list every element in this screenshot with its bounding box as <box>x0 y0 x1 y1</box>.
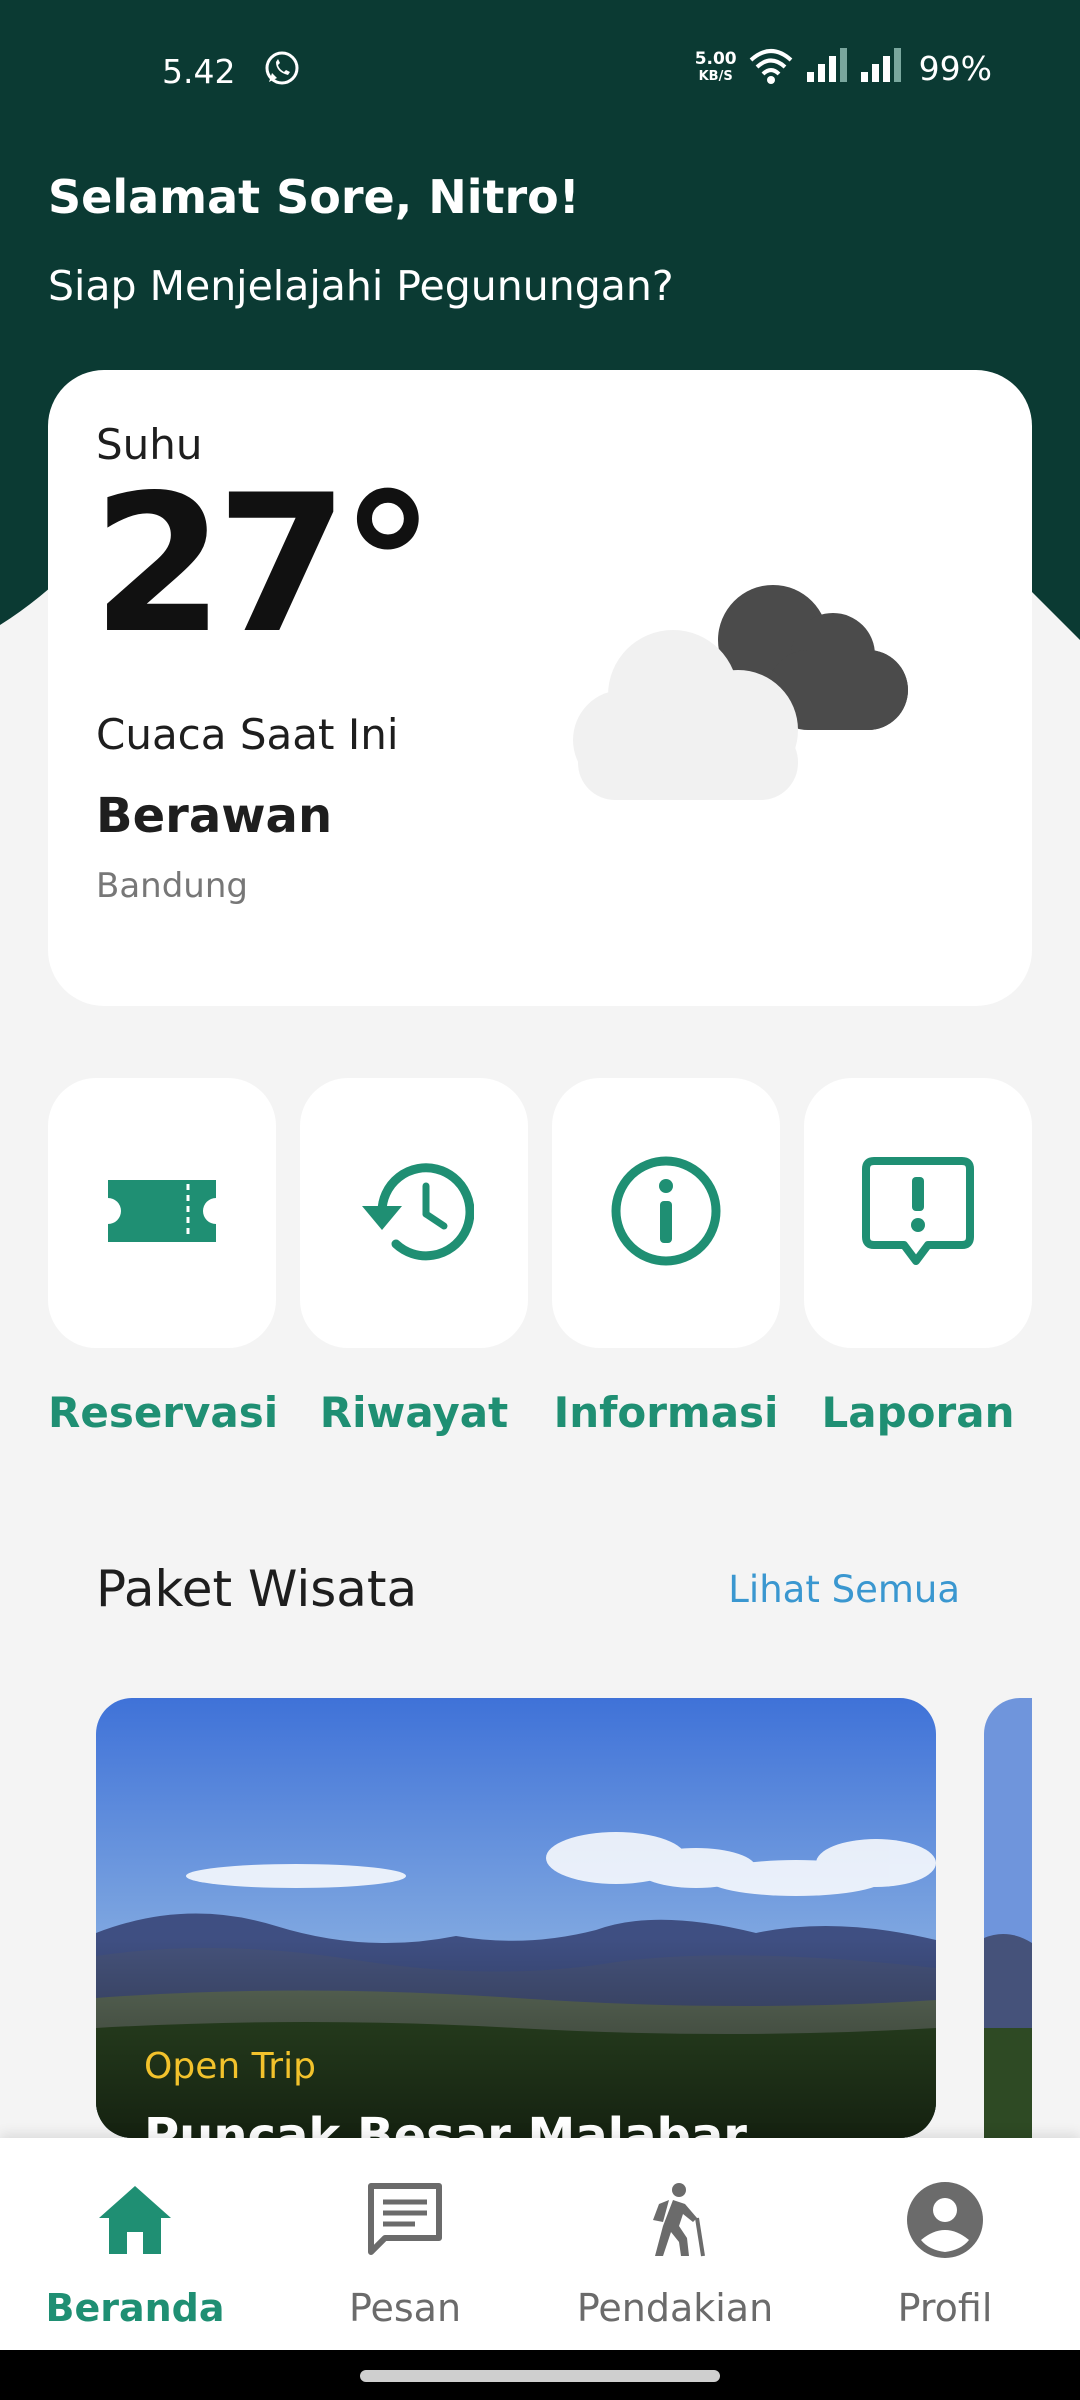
weather-card: Suhu 27° Cuaca Saat Ini Berawan Bandung <box>48 370 1032 1006</box>
signal-icon <box>805 48 849 88</box>
profile-icon <box>905 2180 985 2260</box>
condition-label: Cuaca Saat Ini <box>96 710 399 759</box>
trip-name: Puncak Besar Malabar <box>144 2108 747 2138</box>
whatsapp-icon <box>262 48 302 92</box>
speed-unit: KB/S <box>698 69 733 84</box>
nav-label: Profil <box>897 2286 993 2330</box>
trip-card[interactable]: Open Trip Puncak Besar Malabar <box>96 1698 936 2138</box>
quick-menu: Reservasi Riwayat Informasi Laporan <box>48 1078 1032 1438</box>
menu-reservasi[interactable]: Reservasi <box>48 1078 279 1437</box>
greeting-subtitle: Siap Menjelajahi Pegunungan? <box>48 262 674 310</box>
nav-label: Pendakian <box>576 2286 774 2330</box>
gesture-handle[interactable] <box>360 2370 720 2382</box>
nav-label: Pesan <box>348 2286 462 2330</box>
greeting-title: Selamat Sore, Nitro! <box>48 170 580 224</box>
city-name: Bandung <box>96 866 248 906</box>
report-icon <box>860 1153 976 1273</box>
signal-icon-2 <box>859 48 903 88</box>
menu-label: Informasi <box>553 1388 779 1437</box>
menu-label: Laporan <box>821 1388 1015 1437</box>
see-all-link[interactable]: Lihat Semua <box>728 1568 960 1611</box>
trip-card-next[interactable] <box>984 1698 1032 2138</box>
menu-riwayat-tile[interactable] <box>300 1078 528 1348</box>
status-bar: 5.42 5.00 KB/S 99% <box>0 40 1080 104</box>
menu-laporan-tile[interactable] <box>804 1078 1032 1348</box>
temperature-value: 27° <box>92 454 435 675</box>
info-icon <box>608 1153 724 1273</box>
menu-laporan[interactable]: Laporan <box>804 1078 1032 1437</box>
nav-label: Beranda <box>45 2286 225 2330</box>
speed-value: 5.00 <box>694 49 737 69</box>
packages-title: Paket Wisata <box>96 1560 418 1618</box>
menu-label: Riwayat <box>319 1388 509 1437</box>
nav-pendakian[interactable]: Pendakian <box>540 2138 810 2350</box>
menu-reservasi-tile[interactable] <box>48 1078 276 1348</box>
status-time: 5.42 <box>162 52 236 91</box>
trip-tag: Open Trip <box>144 2046 316 2087</box>
ticket-icon <box>102 1176 222 1250</box>
status-right: 5.00 KB/S 99% <box>695 46 992 90</box>
menu-informasi-tile[interactable] <box>552 1078 780 1348</box>
bottom-nav: Beranda Pesan Pendakian Profil <box>0 2138 1080 2350</box>
hiker-icon <box>635 2180 715 2260</box>
home-icon <box>95 2180 175 2260</box>
nav-profil[interactable]: Profil <box>810 2138 1080 2350</box>
history-icon <box>354 1156 475 1270</box>
nav-pesan[interactable]: Pesan <box>270 2138 540 2350</box>
menu-riwayat[interactable]: Riwayat <box>300 1078 528 1437</box>
menu-label: Reservasi <box>48 1388 279 1437</box>
network-speed: 5.00 KB/S <box>695 50 737 86</box>
system-gesture-bar <box>0 2350 1080 2400</box>
battery-level: 99% <box>918 48 992 88</box>
cloudy-night-icon <box>528 560 948 824</box>
condition-value: Berawan <box>96 788 333 844</box>
wifi-icon <box>747 46 795 90</box>
message-icon <box>365 2180 445 2260</box>
menu-informasi[interactable]: Informasi <box>552 1078 780 1437</box>
nav-beranda[interactable]: Beranda <box>0 2138 270 2350</box>
